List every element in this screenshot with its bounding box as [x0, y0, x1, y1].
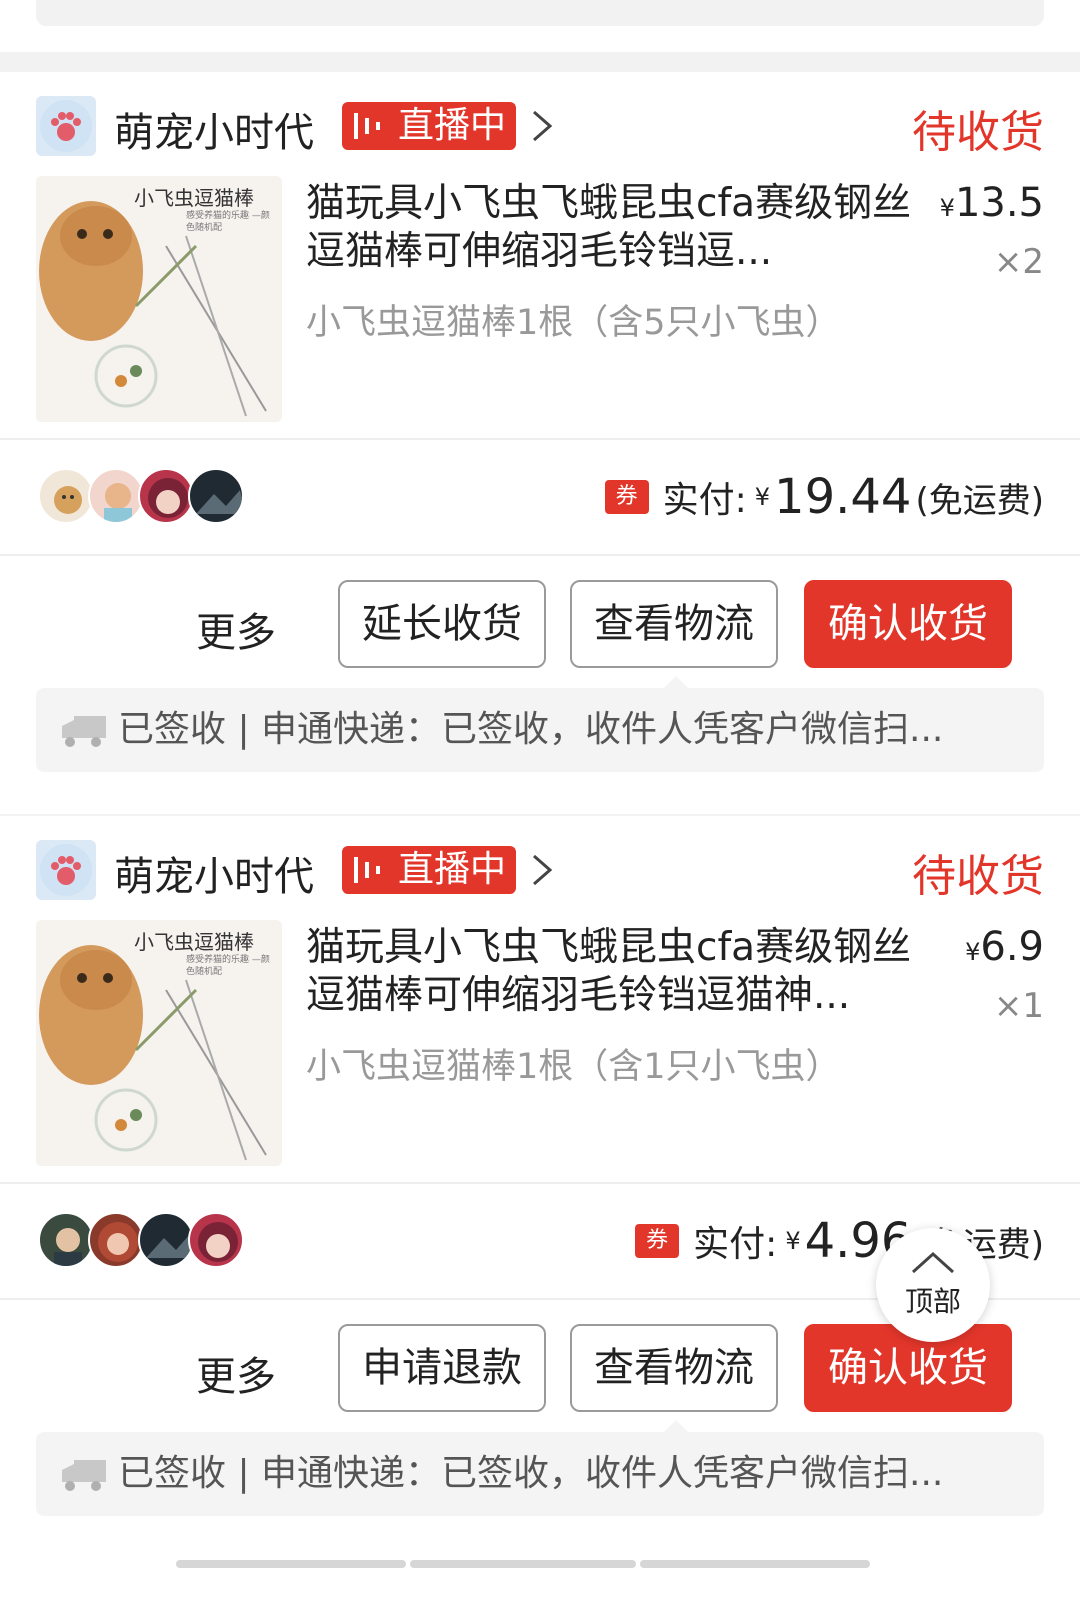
- price-currency: ¥: [939, 194, 955, 222]
- scroll-indicator: [640, 1560, 870, 1568]
- product-title[interactable]: 猫玩具小飞虫飞蛾昆虫cfa赛级钢丝逗猫棒可伸缩羽毛铃铛逗猫神...: [306, 924, 926, 1020]
- paid-label: 实付:: [693, 1224, 778, 1265]
- live-label: 直播中: [398, 105, 507, 146]
- confirm-receipt-button[interactable]: 确认收货: [804, 1324, 1012, 1412]
- order-card: 萌宠小时代 直播中 待收货 小飞虫逗猫棒 感受养猫的乐趣 —颜色随机配 猫玩具小…: [0, 816, 1080, 1558]
- more-button[interactable]: 更多: [196, 600, 276, 658]
- chevron-right-icon[interactable]: [528, 846, 558, 894]
- order-status: 待收货: [912, 107, 1044, 158]
- avatar: [88, 1212, 144, 1268]
- price-value: 6.9: [980, 924, 1044, 970]
- product-image[interactable]: 小飞虫逗猫棒 感受养猫的乐趣 —颜色随机配: [36, 920, 282, 1166]
- paw-logo-icon: [36, 96, 96, 156]
- live-badge[interactable]: 直播中: [342, 846, 516, 894]
- extend-receipt-button[interactable]: 延长收货: [338, 580, 546, 668]
- previous-order-card-edge: [0, 0, 1080, 52]
- divider: [0, 1182, 1080, 1184]
- avatar: [138, 1212, 194, 1268]
- paid-currency: ¥: [785, 1227, 801, 1255]
- coupon-badge: 券: [635, 1224, 680, 1258]
- shop-header[interactable]: 萌宠小时代 直播中 待收货: [0, 838, 1080, 902]
- buyer-avatars[interactable]: [38, 468, 248, 526]
- coupon-badge: 券: [604, 480, 649, 514]
- logistics-bar[interactable]: 已签收 | 申通快递：已签收，收件人凭客户微信扫...: [36, 688, 1044, 772]
- divider: [0, 438, 1080, 440]
- shop-header[interactable]: 萌宠小时代 直播中 待收货: [0, 94, 1080, 158]
- product-quantity: ×2: [993, 242, 1044, 282]
- avatar: [88, 468, 144, 524]
- back-to-top-button[interactable]: 顶部: [876, 1228, 990, 1342]
- live-label: 直播中: [398, 849, 507, 890]
- shipping-note: (免运费): [915, 480, 1044, 521]
- product-spec: 小飞虫逗猫棒1根（含5只小飞虫）: [306, 303, 841, 343]
- live-broadcast-icon: [354, 113, 380, 139]
- chevron-right-icon[interactable]: [528, 102, 558, 150]
- avatar: [188, 1212, 244, 1268]
- logistics-bar[interactable]: 已签收 | 申通快递：已签收，收件人凭客户微信扫...: [36, 1432, 1044, 1516]
- request-refund-button[interactable]: 申请退款: [338, 1324, 546, 1412]
- product-quantity: ×1: [993, 986, 1044, 1026]
- divider: [0, 554, 1080, 556]
- bottom-bar: [0, 1558, 1080, 1622]
- confirm-receipt-button[interactable]: 确认收货: [804, 580, 1012, 668]
- logistics-text: 已签收 | 申通快递：已签收，收件人凭客户微信扫...: [118, 709, 944, 750]
- truck-icon: [62, 716, 106, 747]
- shop-name[interactable]: 萌宠小时代: [114, 844, 314, 902]
- more-button[interactable]: 更多: [196, 1344, 276, 1402]
- payment-summary: 券 实付: ¥ 19.44 (免运费): [604, 468, 1044, 526]
- scroll-indicator: [176, 1560, 406, 1568]
- paw-logo-icon: [36, 840, 96, 900]
- view-logistics-button[interactable]: 查看物流: [570, 580, 778, 668]
- paid-label: 实付:: [662, 480, 747, 521]
- back-to-top-label: 顶部: [904, 1285, 961, 1318]
- avatar: [38, 468, 94, 524]
- logistics-text: 已签收 | 申通快递：已签收，收件人凭客户微信扫...: [118, 1453, 944, 1494]
- logistics-pointer: [664, 676, 688, 688]
- view-logistics-button[interactable]: 查看物流: [570, 1324, 778, 1412]
- product-spec: 小飞虫逗猫棒1根（含1只小飞虫）: [306, 1047, 841, 1087]
- price-value: 13.5: [954, 180, 1044, 226]
- product-image[interactable]: 小飞虫逗猫棒 感受养猫的乐趣 —颜色随机配: [36, 176, 282, 422]
- order-card: 萌宠小时代 直播中 待收货 小飞虫逗猫棒 感受养猫的乐趣 —颜色随机配 猫玩具小…: [0, 72, 1080, 814]
- paid-amount: 19.44: [774, 469, 912, 525]
- previous-logistics-bar: [36, 0, 1044, 26]
- product-image-caption: 小飞虫逗猫棒: [134, 186, 254, 210]
- scroll-indicator: [410, 1560, 636, 1568]
- buyer-avatars[interactable]: [38, 1212, 248, 1270]
- live-badge[interactable]: 直播中: [342, 102, 516, 150]
- avatar: [38, 1212, 94, 1268]
- product-image-subcaption: 感受养猫的乐趣 —颜色随机配: [186, 211, 270, 233]
- arrow-up-icon: [911, 1251, 955, 1274]
- avatar: [138, 468, 194, 524]
- order-list-page: 萌宠小时代 直播中 待收货 小飞虫逗猫棒 感受养猫的乐趣 —颜色随机配 猫玩具小…: [0, 0, 1080, 1622]
- product-image-subcaption: 感受养猫的乐趣 —颜色随机配: [186, 955, 270, 977]
- paid-currency: ¥: [754, 483, 771, 511]
- product-price: ¥13.5: [940, 180, 1044, 226]
- order-status: 待收货: [912, 851, 1044, 902]
- avatar: [188, 468, 244, 524]
- logistics-pointer: [664, 1420, 688, 1432]
- product-title[interactable]: 猫玩具小飞虫飞蛾昆虫cfa赛级钢丝逗猫棒可伸缩羽毛铃铛逗...: [306, 180, 926, 276]
- product-image-caption: 小飞虫逗猫棒: [134, 930, 254, 954]
- price-currency: ¥: [965, 938, 981, 966]
- truck-icon: [62, 1460, 106, 1491]
- live-broadcast-icon: [354, 857, 380, 883]
- shop-name[interactable]: 萌宠小时代: [114, 100, 314, 158]
- product-price: ¥6.9: [965, 924, 1044, 970]
